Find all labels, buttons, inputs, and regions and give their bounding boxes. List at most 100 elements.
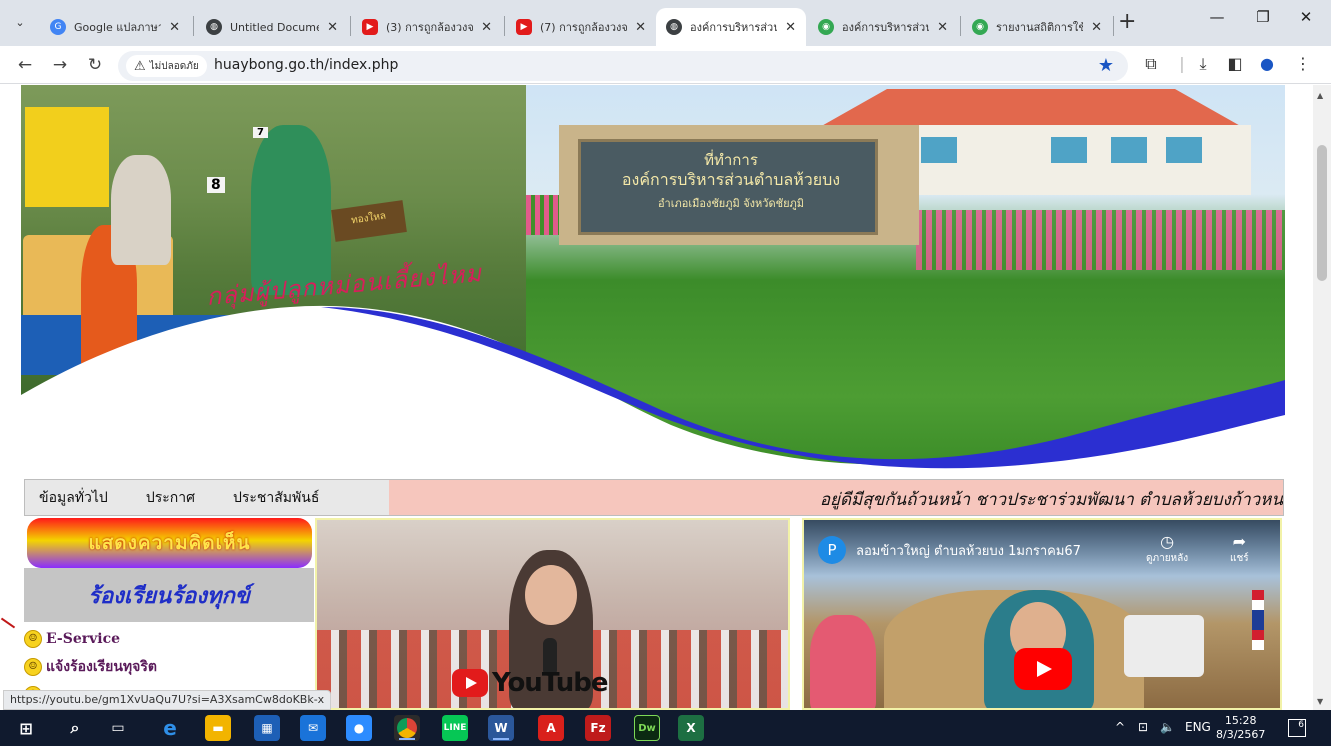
- tab-divider: [193, 16, 194, 36]
- close-window-icon[interactable]: ✕: [1286, 8, 1326, 26]
- youtube-icon: ▶: [516, 19, 532, 35]
- tab-active-huaybong[interactable]: ◍ องค์การบริหารส่วนต ✕: [656, 8, 806, 46]
- green-site-icon: ◉: [818, 19, 834, 35]
- reload-icon[interactable]: ↻: [82, 52, 108, 78]
- play-button[interactable]: [1014, 648, 1072, 690]
- tab-youtube-7[interactable]: ▶ (7) การถูกล้องวงจร ✕: [506, 8, 656, 46]
- minimize-icon[interactable]: —: [1197, 8, 1237, 26]
- vertical-scrollbar[interactable]: ▲ ▼: [1313, 85, 1331, 710]
- clock-time: 15:28: [1224, 714, 1257, 727]
- complaint-banner[interactable]: ร้องเรียนร้องทุกข์: [24, 568, 314, 622]
- green-site-icon: ◉: [972, 19, 988, 35]
- url-text[interactable]: huaybong.go.th/index.php: [214, 57, 398, 73]
- language-indicator[interactable]: ENG: [1185, 720, 1211, 734]
- line-icon[interactable]: LINE: [442, 715, 468, 741]
- tab-usage-report[interactable]: ◉ รายงานสถิติการใช้ง ✕: [962, 8, 1112, 46]
- nav-announcements[interactable]: ประกาศ: [146, 487, 195, 509]
- windows-start-icon[interactable]: ⊞: [13, 715, 39, 741]
- dreamweaver-icon[interactable]: Dw: [634, 715, 660, 741]
- filezilla-icon[interactable]: Fz: [585, 715, 611, 741]
- search-icon[interactable]: ⌕: [62, 715, 88, 741]
- tab-google-translate[interactable]: G Google แปลภาษา ✕: [40, 8, 190, 46]
- corruption-report-link[interactable]: ☺ แจ้งร้องเรียนทุจริต: [24, 656, 157, 678]
- share-button[interactable]: ➦ แชร์: [1230, 532, 1249, 566]
- tab-title: (3) การถูกล้องวงจร: [386, 21, 474, 34]
- close-icon[interactable]: ✕: [1091, 20, 1102, 35]
- nav-menu: ข้อมูลทั่วไป ประกาศ ประชาสัมพันธ์: [25, 480, 389, 515]
- main-nav: ข้อมูลทั่วไป ประกาศ ประชาสัมพันธ์ อยู่ดี…: [24, 479, 1284, 516]
- nav-general-info[interactable]: ข้อมูลทั่วไป: [25, 487, 108, 509]
- tab-search-button[interactable]: ⌄: [8, 10, 32, 34]
- youtube-video-2[interactable]: P ลอมข้าวใหญ่ ตำบลห้วยบง 1มกราคม67 ◷ ดูภ…: [802, 518, 1282, 710]
- scroll-down-icon[interactable]: ▼: [1317, 697, 1323, 706]
- watch-later-button[interactable]: ◷ ดูภายหลัง: [1146, 532, 1188, 566]
- notification-count: 6: [1298, 720, 1304, 730]
- download-icon[interactable]: ⤓: [1192, 54, 1214, 74]
- slogan-marquee: อยู่ดีมีสุขกันถ้วนหน้า ชาวประชาร่วมพัฒนา…: [819, 490, 1283, 510]
- channel-avatar[interactable]: P: [818, 536, 846, 564]
- left-sidebar: แสดงความคิดเห็น ร้องเรียนร้องทุกข์ ☺ E-S…: [24, 518, 314, 710]
- windows-taskbar: ⊞ ⌕ ▭ e ▬ ▦ ✉ ● LINE W A Fz Dw X ^ ⊡ 🔈 E…: [0, 710, 1331, 746]
- corruption-report-label: แจ้งร้องเรียนทุจริต: [46, 659, 157, 675]
- nav-public-relations[interactable]: ประชาสัมพันธ์: [233, 487, 319, 509]
- close-icon[interactable]: ✕: [635, 20, 646, 35]
- more-menu-icon[interactable]: ⋮: [1292, 54, 1314, 73]
- tab-untitled-document[interactable]: ◍ Untitled Docume ✕: [196, 8, 348, 46]
- tab-title: (7) การถูกล้องวงจร: [540, 21, 628, 34]
- girl-face: [525, 565, 577, 625]
- smiley-icon: ☺: [24, 630, 42, 648]
- clock-date: 8/3/2567: [1216, 728, 1266, 741]
- acrobat-icon[interactable]: A: [538, 715, 564, 741]
- scroll-up-icon[interactable]: ▲: [1317, 91, 1323, 100]
- youtube-wordmark: YouTube: [492, 668, 608, 698]
- security-chip[interactable]: ⚠ ไม่ปลอดภัย: [126, 55, 207, 77]
- close-icon[interactable]: ✕: [481, 20, 492, 35]
- close-icon[interactable]: ✕: [937, 20, 948, 35]
- notification-center-icon[interactable]: 6: [1288, 719, 1306, 737]
- close-icon[interactable]: ✕: [169, 20, 180, 35]
- share-label: แชร์: [1230, 553, 1249, 564]
- header-banner: 8 7 ทองใหล กลุ่มผู้ปลูกหม่อนเลี้ยงไหม ที…: [21, 85, 1285, 475]
- tray-overflow-icon[interactable]: ^: [1115, 720, 1125, 734]
- tab-huaybong-2[interactable]: ◉ องค์การบริหารส่วนต ✕: [808, 8, 958, 46]
- security-label: ไม่ปลอดภัย: [149, 60, 199, 72]
- google-translate-icon: G: [50, 19, 66, 35]
- close-icon[interactable]: ✕: [327, 20, 338, 35]
- mail-icon[interactable]: ✉: [300, 715, 326, 741]
- truck: [1124, 615, 1204, 677]
- address-bar[interactable]: ⚠ ไม่ปลอดภัย huaybong.go.th/index.php ★: [118, 51, 1128, 81]
- new-tab-button[interactable]: +: [1118, 10, 1136, 34]
- task-view-icon[interactable]: ▭: [105, 715, 131, 741]
- chrome-logo: [397, 718, 417, 738]
- restore-icon[interactable]: ❐: [1243, 8, 1283, 26]
- zoom-icon[interactable]: ●: [346, 715, 372, 741]
- edge-icon[interactable]: e: [157, 715, 183, 741]
- side-panel-icon[interactable]: ◧: [1224, 54, 1246, 73]
- youtube-video-1[interactable]: YouTube: [315, 518, 790, 710]
- clock[interactable]: 15:28 8/3/2567: [1216, 714, 1265, 742]
- file-explorer-icon[interactable]: ▬: [205, 715, 231, 741]
- youtube-logo[interactable]: YouTube: [452, 668, 608, 698]
- opinion-button[interactable]: แสดงความคิดเห็น: [27, 518, 312, 568]
- profile-icon[interactable]: ●: [1256, 54, 1278, 73]
- close-icon[interactable]: ✕: [785, 20, 796, 35]
- network-icon[interactable]: ⊡: [1138, 720, 1148, 734]
- e-service-link[interactable]: ☺ E-Service: [24, 628, 120, 650]
- scroll-thumb[interactable]: [1317, 145, 1327, 281]
- word-icon[interactable]: W: [488, 715, 514, 741]
- active-indicator: [399, 738, 415, 740]
- excel-icon[interactable]: X: [678, 715, 704, 741]
- globe-icon: ◍: [206, 19, 222, 35]
- tab-youtube-3[interactable]: ▶ (3) การถูกล้องวงจร ✕: [352, 8, 502, 46]
- youtube-play-icon[interactable]: [452, 669, 488, 697]
- man-figure: [810, 615, 876, 708]
- extensions-icon[interactable]: ⧉: [1140, 54, 1162, 74]
- bookmark-star-icon[interactable]: ★: [1098, 55, 1114, 76]
- video-title[interactable]: ลอมข้าวใหญ่ ตำบลห้วยบง 1มกราคม67: [856, 540, 1081, 561]
- tab-title: องค์การบริหารส่วนต: [842, 21, 930, 34]
- store-icon[interactable]: ▦: [254, 715, 280, 741]
- forward-icon[interactable]: →: [47, 52, 73, 78]
- back-icon[interactable]: ←: [12, 52, 38, 78]
- volume-icon[interactable]: 🔈: [1160, 720, 1175, 734]
- chrome-icon[interactable]: [394, 715, 420, 741]
